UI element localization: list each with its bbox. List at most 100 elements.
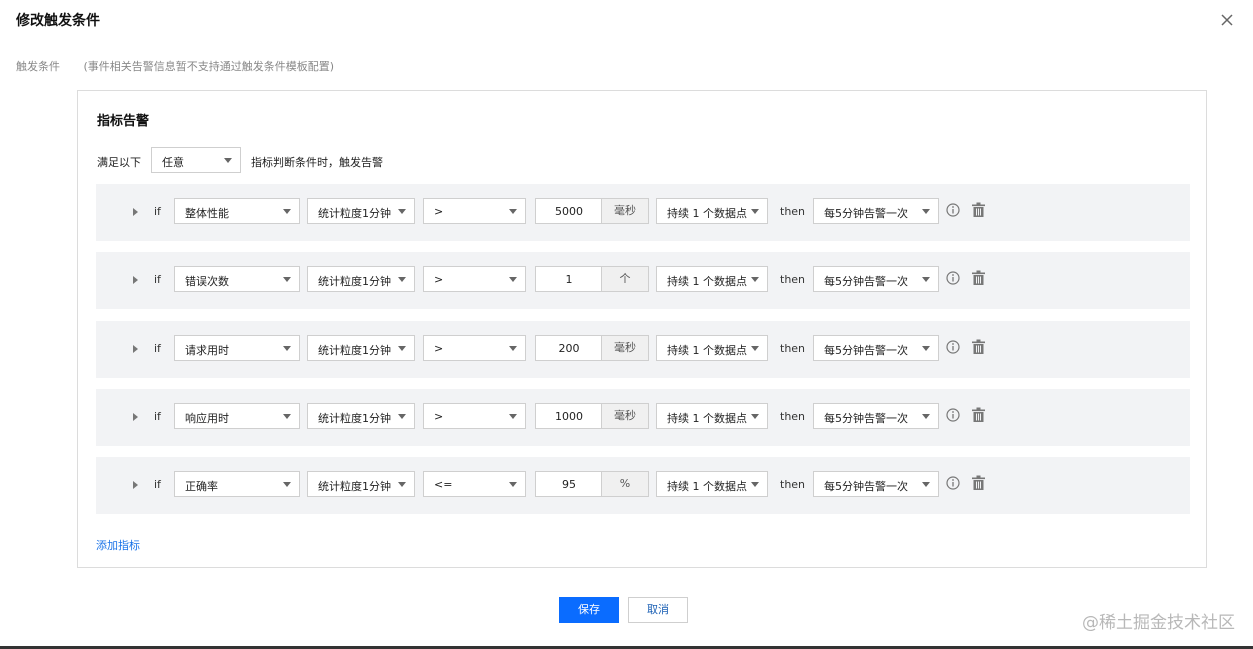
operator-select[interactable]: <= <box>423 471 526 497</box>
then-label: then <box>780 478 806 491</box>
metric-alert-panel: 指标告警 满足以下 任意 指标判断条件时，触发告警 if 整体性能 统计粒度1分钟 >… <box>77 90 1207 568</box>
chevron-down-icon <box>224 158 232 163</box>
trash-icon[interactable] <box>971 407 986 423</box>
granularity-select[interactable]: 统计粒度1分钟 <box>307 335 415 361</box>
granularity-select-value: 统计粒度1分钟 <box>318 275 391 288</box>
operator-select-value: > <box>434 342 444 355</box>
granularity-select-value: 统计粒度1分钟 <box>318 344 391 357</box>
operator-select[interactable]: > <box>423 198 526 224</box>
unit-label: 毫秒 <box>601 199 648 223</box>
operator-select-value: > <box>434 205 444 218</box>
metric-select-value: 正确率 <box>185 480 218 493</box>
threshold-input[interactable] <box>536 199 602 223</box>
rule-row: if 请求用时 统计粒度1分钟 > 毫秒 持续 1 个数据点 then 每5分钟告警一次 <box>96 321 1190 378</box>
threshold-field: 毫秒 <box>535 198 649 224</box>
info-icon[interactable] <box>946 476 960 490</box>
duration-select-value: 持续 1 个数据点 <box>667 275 747 288</box>
chevron-down-icon <box>751 209 759 214</box>
metric-select[interactable]: 整体性能 <box>174 198 300 224</box>
duration-select[interactable]: 持续 1 个数据点 <box>656 335 768 361</box>
caret-right-icon[interactable] <box>133 481 138 489</box>
chevron-down-icon <box>751 346 759 351</box>
operator-select[interactable]: > <box>423 403 526 429</box>
granularity-select-value: 统计粒度1分钟 <box>318 412 391 425</box>
operator-select[interactable]: > <box>423 335 526 361</box>
duration-select[interactable]: 持续 1 个数据点 <box>656 471 768 497</box>
metric-select[interactable]: 响应用时 <box>174 403 300 429</box>
threshold-field: 个 <box>535 266 649 292</box>
trash-icon[interactable] <box>971 202 986 218</box>
chevron-down-icon <box>283 346 291 351</box>
save-button[interactable]: 保存 <box>559 597 619 623</box>
metric-select[interactable]: 错误次数 <box>174 266 300 292</box>
trash-icon[interactable] <box>971 339 986 355</box>
chevron-down-icon <box>283 482 291 487</box>
operator-select-value: > <box>434 273 444 286</box>
granularity-select-value: 统计粒度1分钟 <box>318 480 391 493</box>
info-icon[interactable] <box>946 203 960 217</box>
frequency-select[interactable]: 每5分钟告警一次 <box>813 471 939 497</box>
frequency-select[interactable]: 每5分钟告警一次 <box>813 266 939 292</box>
frequency-select-value: 每5分钟告警一次 <box>824 275 908 288</box>
threshold-input[interactable] <box>536 404 602 428</box>
metric-select-value: 整体性能 <box>185 207 229 220</box>
metric-select-value: 错误次数 <box>185 275 229 288</box>
if-label: if <box>154 478 161 491</box>
chevron-down-icon <box>509 209 517 214</box>
chevron-down-icon <box>751 482 759 487</box>
if-label: if <box>154 342 161 355</box>
chevron-down-icon <box>922 482 930 487</box>
info-icon[interactable] <box>946 408 960 422</box>
caret-right-icon[interactable] <box>133 345 138 353</box>
granularity-select-value: 统计粒度1分钟 <box>318 207 391 220</box>
frequency-select[interactable]: 每5分钟告警一次 <box>813 403 939 429</box>
granularity-select[interactable]: 统计粒度1分钟 <box>307 198 415 224</box>
caret-right-icon[interactable] <box>133 276 138 284</box>
granularity-select[interactable]: 统计粒度1分钟 <box>307 403 415 429</box>
threshold-input[interactable] <box>536 336 602 360</box>
then-label: then <box>780 342 806 355</box>
condition-suffix: 指标判断条件时，触发告警 <box>251 156 383 169</box>
close-icon[interactable] <box>1219 12 1235 28</box>
threshold-input[interactable] <box>536 267 602 291</box>
chevron-down-icon <box>283 277 291 282</box>
duration-select[interactable]: 持续 1 个数据点 <box>656 198 768 224</box>
threshold-input[interactable] <box>536 472 602 496</box>
metric-select[interactable]: 请求用时 <box>174 335 300 361</box>
operator-select[interactable]: > <box>423 266 526 292</box>
frequency-select[interactable]: 每5分钟告警一次 <box>813 198 939 224</box>
unit-label: 毫秒 <box>601 404 648 428</box>
caret-right-icon[interactable] <box>133 413 138 421</box>
chevron-down-icon <box>751 414 759 419</box>
frequency-select-value: 每5分钟告警一次 <box>824 344 908 357</box>
granularity-select[interactable]: 统计粒度1分钟 <box>307 471 415 497</box>
frequency-select[interactable]: 每5分钟告警一次 <box>813 335 939 361</box>
frequency-select-value: 每5分钟告警一次 <box>824 207 908 220</box>
duration-select-value: 持续 1 个数据点 <box>667 207 747 220</box>
frequency-select-value: 每5分钟告警一次 <box>824 412 908 425</box>
then-label: then <box>780 410 806 423</box>
info-icon[interactable] <box>946 271 960 285</box>
frequency-select-value: 每5分钟告警一次 <box>824 480 908 493</box>
duration-select[interactable]: 持续 1 个数据点 <box>656 403 768 429</box>
rule-row: if 响应用时 统计粒度1分钟 > 毫秒 持续 1 个数据点 then 每5分钟告警一次 <box>96 389 1190 446</box>
threshold-field: 毫秒 <box>535 335 649 361</box>
chevron-down-icon <box>283 414 291 419</box>
trash-icon[interactable] <box>971 475 986 491</box>
trash-icon[interactable] <box>971 270 986 286</box>
chevron-down-icon <box>509 346 517 351</box>
condition-mode-select[interactable]: 任意 <box>151 147 241 173</box>
dialog-title: 修改触发条件 <box>16 13 100 29</box>
duration-select-value: 持续 1 个数据点 <box>667 480 747 493</box>
metric-select[interactable]: 正确率 <box>174 471 300 497</box>
chevron-down-icon <box>398 277 406 282</box>
cancel-button[interactable]: 取消 <box>628 597 688 623</box>
chevron-down-icon <box>922 277 930 282</box>
info-icon[interactable] <box>946 340 960 354</box>
rule-row: if 正确率 统计粒度1分钟 <=% 持续 1 个数据点 then 每5分钟告警一次 <box>96 457 1190 514</box>
duration-select[interactable]: 持续 1 个数据点 <box>656 266 768 292</box>
caret-right-icon[interactable] <box>133 208 138 216</box>
granularity-select[interactable]: 统计粒度1分钟 <box>307 266 415 292</box>
add-metric-link[interactable]: 添加指标 <box>96 537 140 553</box>
condition-prefix: 满足以下 <box>97 156 141 169</box>
